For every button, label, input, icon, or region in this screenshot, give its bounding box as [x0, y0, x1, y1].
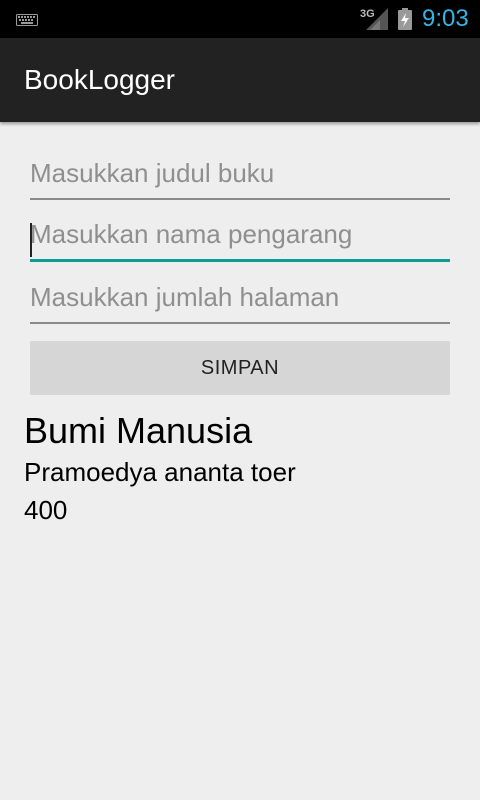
author-input[interactable]	[30, 210, 450, 259]
book-page-count: 400	[24, 495, 68, 525]
page-count-field	[30, 272, 450, 324]
clock: 9:03	[422, 5, 469, 32]
book-title-input[interactable]	[30, 148, 450, 198]
book-author: Pramoedya ananta toer	[24, 457, 296, 487]
save-button[interactable]: SIMPAN	[30, 341, 450, 395]
book-title: Bumi Manusia	[24, 410, 253, 451]
app-title: BookLogger	[24, 64, 176, 95]
keyboard-icon	[16, 13, 38, 31]
author-field	[30, 210, 450, 262]
action-bar: BookLogger	[0, 38, 480, 122]
page-count-input[interactable]	[30, 272, 450, 322]
book-title-field	[30, 148, 450, 200]
signal-icon: 3G	[360, 6, 390, 37]
status-bar: 3G 9:03	[0, 0, 480, 38]
network-type-label: 3G	[360, 8, 375, 20]
battery-charging-icon	[397, 8, 413, 35]
